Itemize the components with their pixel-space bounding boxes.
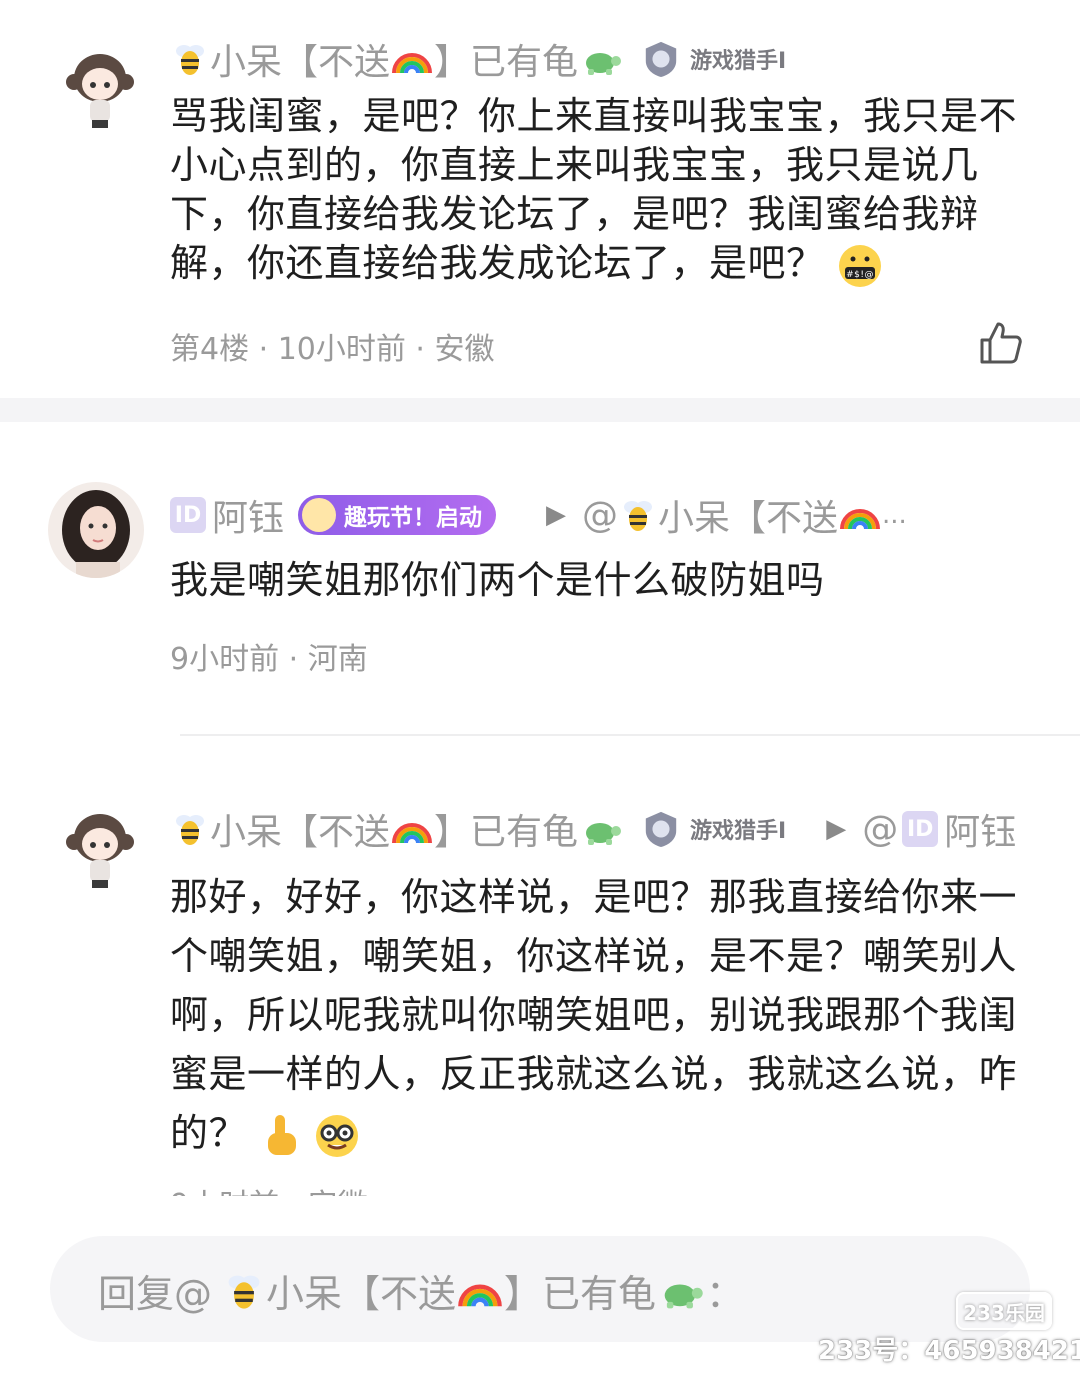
comment3-hunter-badge: 游戏猎手I [642, 810, 786, 848]
girl-chibi-avatar-icon [52, 38, 148, 134]
avatar-ayu[interactable] [48, 482, 144, 578]
shield-badge-icon [645, 811, 677, 848]
comment1-author-name-suffix[interactable]: 】已有龟 [434, 33, 578, 85]
watermark-id: 233号：465938421 [818, 1336, 1080, 1366]
avatar-xiaodai[interactable] [52, 38, 148, 134]
turtle-icon [586, 53, 622, 75]
play-arrow-icon: ▶ [826, 814, 847, 844]
rainbow-icon [392, 823, 433, 844]
comment2-reply-ellipsis: ... [882, 500, 907, 530]
event-badge[interactable]: 趣玩节！启动 [298, 495, 497, 535]
comment3-meta-cut: 9小时前 · 安徽 [170, 1182, 470, 1196]
comment1-badge-label: 游戏猎手I [690, 49, 787, 74]
comment1-hunter-badge: 游戏猎手I [642, 40, 786, 78]
girl-portrait-avatar-icon [48, 482, 144, 578]
turtle-icon [664, 1283, 703, 1308]
id-tag: ID [902, 811, 939, 847]
reply-divider [180, 734, 1080, 736]
comment3-author-name[interactable]: 小呆【不送 [210, 803, 390, 855]
bee-icon [228, 1275, 260, 1309]
id-tag: ID [170, 497, 206, 533]
comment-separator-band [0, 398, 1080, 422]
girl-chibi-avatar-icon [52, 798, 148, 894]
cursing-face-icon: #$!@ [839, 244, 882, 287]
comment2-reply-target[interactable]: 小呆【不送 [658, 489, 838, 541]
comment2-text: 我是嘲笑姐那你们两个是什么破防姐吗 [170, 558, 825, 602]
comment3-reply-target[interactable]: 阿钰 [944, 803, 1016, 855]
rainbow-icon [840, 509, 881, 530]
comment1-author-row: 小呆【不送 】已有龟 游戏猎手I [170, 34, 786, 84]
event-badge-label: 趣玩节！启动 [344, 505, 483, 531]
comment2-author-row: ID 阿钰 趣玩节！启动 ▶ @ 小呆【不送 ... [170, 490, 907, 540]
shield-badge-icon [645, 41, 677, 78]
comment2-reply-at: @ [582, 494, 619, 536]
avatar-xiaodai-2[interactable] [52, 798, 148, 894]
play-arrow-icon: ▶ [546, 500, 567, 530]
rainbow-icon [392, 53, 433, 74]
comment3-meta: 9小时前 · 安徽 [170, 1188, 368, 1196]
pointing-up-icon [267, 1114, 296, 1155]
thumbs-up-icon[interactable] [978, 320, 1024, 366]
bee-icon [624, 501, 653, 531]
turtle-icon [586, 823, 622, 845]
reply-name-suffix: 】已有龟 [504, 1272, 657, 1316]
comment3-author-name-suffix[interactable]: 】已有龟 [434, 803, 578, 855]
bee-icon [176, 815, 204, 845]
reply-input-placeholder[interactable]: 回复@ 小呆【不送 】已有龟 ： [98, 1263, 744, 1318]
comment3-reply-at: @ [862, 808, 899, 850]
watermark-logo: 233乐园 [956, 1292, 1052, 1330]
comment2-author-name[interactable]: 阿钰 [212, 489, 284, 541]
comment3-text: 那好，好好，你这样说，是吧？那我直接给你来一个嘲笑姐，嘲笑姐，你这样说，是不是？… [170, 868, 1050, 1163]
rainbow-icon [458, 1284, 502, 1307]
comment1-author-name[interactable]: 小呆【不送 [210, 33, 390, 85]
reply-name: 小呆【不送 [266, 1272, 457, 1316]
comment1-text-content: 骂我闺蜜，是吧？你上来直接叫我宝宝，我只是不小心点到的，你直接上来叫我宝宝，我只… [170, 94, 1018, 285]
comment2-meta: 9小时前 · 河南 [170, 642, 368, 677]
svg-text:#$!@: #$!@ [846, 270, 874, 280]
comment3-badge-label: 游戏猎手I [690, 819, 787, 844]
comment1-meta: 第4楼 · 10小时前 · 安徽 [170, 332, 495, 367]
comment3-author-row: 小呆【不送 】已有龟 游戏猎手I ▶ @ ID 阿钰 [170, 804, 1016, 854]
reply-prefix: 回复@ [98, 1272, 213, 1316]
comment1-text: 骂我闺蜜，是吧？你上来直接叫我宝宝，我只是不小心点到的，你直接上来叫我宝宝，我只… [170, 92, 1050, 289]
event-mascot-icon [302, 498, 337, 532]
nerd-face-icon [316, 1114, 359, 1157]
reply-colon: ： [706, 1272, 745, 1316]
bee-icon [176, 45, 204, 75]
